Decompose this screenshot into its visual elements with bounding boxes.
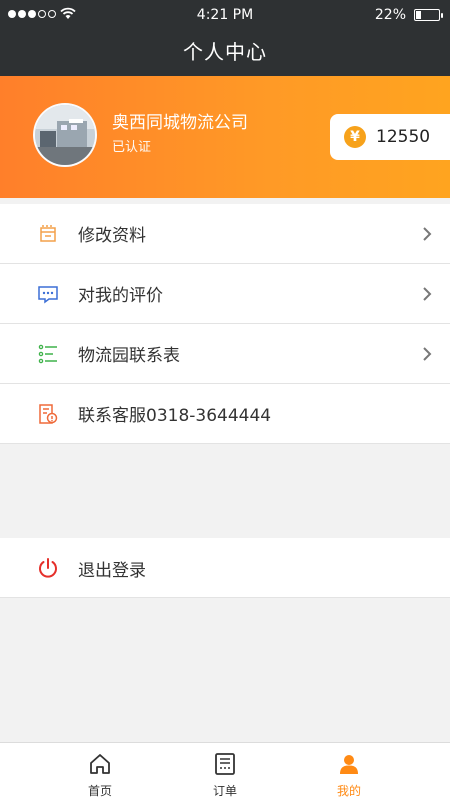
tab-label: 我的 [336, 784, 361, 798]
edit-profile-icon [40, 225, 56, 242]
menu-list: 修改资料 对我的评价 物流园联系表 联系客服0318-3644444 [0, 204, 450, 444]
customer-service-icon [39, 404, 58, 424]
avatar[interactable] [33, 103, 97, 167]
balance-card[interactable]: ¥ 12550 [330, 114, 450, 160]
chevron-right-icon [423, 287, 432, 301]
menu-item-label: 联系客服0318-3644444 [78, 406, 272, 426]
order-icon [215, 753, 235, 775]
menu-item-label: 物流园联系表 [78, 346, 180, 366]
menu-item-label: 对我的评价 [78, 286, 163, 306]
menu-item-park-contacts[interactable]: 物流园联系表 [0, 324, 450, 384]
verification-status: 已认证 [112, 140, 152, 155]
tab-label: 首页 [87, 784, 112, 798]
tab-home[interactable]: 首页 [50, 743, 150, 801]
logout-button[interactable]: 退出登录 [0, 538, 450, 598]
top-bar: 4:21 PM 22% 个人中心 [0, 0, 450, 76]
battery-percent: 22% [374, 7, 406, 23]
tab-mine[interactable]: 我的 [299, 743, 399, 801]
menu-item-customer-service[interactable]: 联系客服0318-3644444 [0, 384, 450, 444]
home-icon [90, 754, 110, 774]
menu-item-edit-profile[interactable]: 修改资料 [0, 204, 450, 264]
yuan-icon: ¥ [344, 126, 366, 148]
tab-orders[interactable]: 订单 [175, 743, 275, 801]
menu-item-label: 修改资料 [78, 226, 146, 246]
logout-label: 退出登录 [78, 561, 146, 581]
bottom-tab-bar: 首页 订单 我的 [0, 742, 450, 801]
chevron-right-icon [423, 227, 432, 241]
user-icon [340, 755, 358, 774]
tab-label: 订单 [212, 784, 237, 798]
menu-item-my-reviews[interactable]: 对我的评价 [0, 264, 450, 324]
chevron-right-icon [423, 347, 432, 361]
company-photo-icon [35, 105, 95, 165]
profile-header: 奥西同城物流公司 已认证 ¥ 12550 [0, 76, 450, 198]
page-title: 个人中心 [183, 40, 267, 64]
battery-icon [414, 9, 443, 21]
status-bar: 4:21 PM 22% [0, 0, 450, 30]
company-name: 奥西同城物流公司 [112, 113, 248, 133]
list-icon [38, 344, 57, 364]
balance-value: 12550 [376, 127, 431, 147]
comment-icon [38, 286, 58, 304]
power-icon [39, 558, 57, 578]
